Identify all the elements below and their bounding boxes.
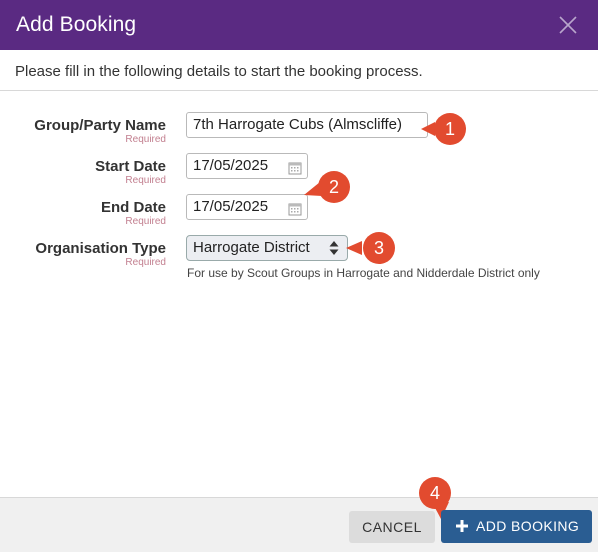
add-booking-dialog: Add Booking Please fill in the following… bbox=[0, 0, 598, 552]
organisation-type-label: Organisation Type bbox=[35, 240, 166, 257]
group-name-input[interactable]: 7th Harrogate Cubs (Almscliffe) bbox=[186, 112, 428, 138]
cancel-button[interactable]: CANCEL bbox=[349, 511, 435, 543]
end-date-required: Required bbox=[125, 216, 166, 227]
organisation-type-value: Harrogate District bbox=[193, 239, 310, 256]
group-name-required: Required bbox=[125, 134, 166, 145]
end-date-label: End Date bbox=[100, 199, 166, 216]
calendar-icon[interactable] bbox=[288, 159, 302, 175]
badge-2-number: 2 bbox=[328, 177, 339, 197]
start-date-input[interactable]: 17/05/2025 bbox=[186, 153, 308, 179]
calendar-icon[interactable] bbox=[288, 200, 302, 216]
callout-badge-3: 3 bbox=[346, 231, 398, 265]
intro-section: Please fill in the following details to … bbox=[0, 50, 598, 91]
add-booking-label: ADD BOOKING bbox=[476, 518, 580, 534]
badge-1-number: 1 bbox=[444, 119, 455, 139]
plus-icon bbox=[456, 511, 468, 532]
organisation-type-help: For use by Scout Groups in Harrogate and… bbox=[187, 266, 540, 280]
callout-badge-2: 2 bbox=[302, 170, 352, 204]
start-date-required: Required bbox=[125, 175, 166, 186]
start-date-value: 17/05/2025 bbox=[193, 157, 269, 174]
select-arrows-icon bbox=[329, 240, 339, 256]
add-booking-button[interactable]: ADD BOOKING bbox=[441, 510, 592, 543]
callout-badge-1: 1 bbox=[421, 112, 467, 146]
badge-4-number: 4 bbox=[429, 483, 440, 503]
group-name-value: 7th Harrogate Cubs (Almscliffe) bbox=[193, 116, 402, 133]
group-name-label: Group/Party Name bbox=[34, 117, 166, 134]
close-icon[interactable] bbox=[556, 13, 580, 37]
end-date-value: 17/05/2025 bbox=[193, 198, 269, 215]
dialog-header: Add Booking bbox=[0, 0, 598, 50]
intro-text: Please fill in the following details to … bbox=[15, 63, 423, 80]
start-date-label: Start Date bbox=[95, 158, 166, 175]
end-date-input[interactable]: 17/05/2025 bbox=[186, 194, 308, 220]
dialog-title: Add Booking bbox=[16, 13, 137, 36]
organisation-type-required: Required bbox=[125, 257, 166, 268]
badge-3-number: 3 bbox=[373, 238, 384, 258]
organisation-type-select[interactable]: Harrogate District bbox=[186, 235, 348, 261]
